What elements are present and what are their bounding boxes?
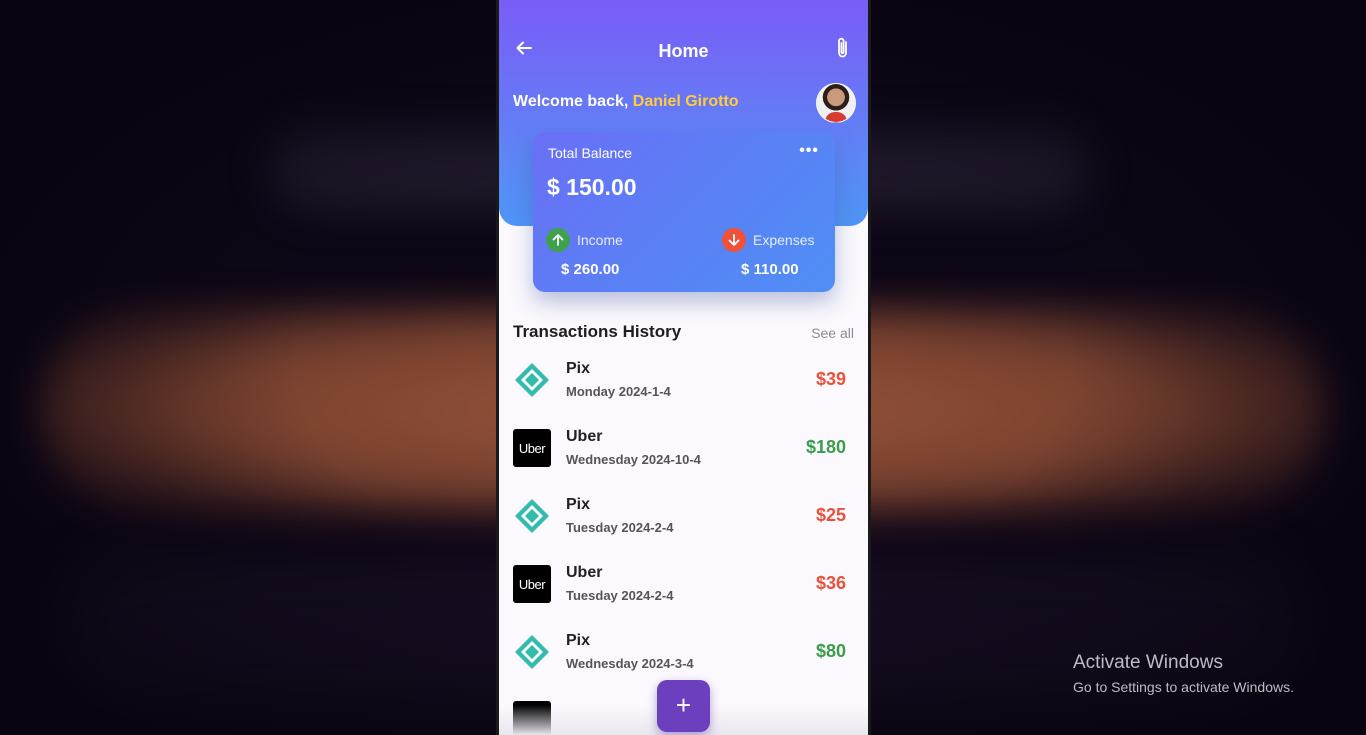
transaction-date: Monday 2024-1-4 <box>566 384 671 399</box>
transaction-item[interactable]: Pix Tuesday 2024-2-4 $25 <box>499 484 868 548</box>
total-balance-label: Total Balance <box>548 145 633 161</box>
transaction-name: Pix <box>566 360 591 377</box>
transaction-date: Wednesday 2024-3-4 <box>566 656 694 671</box>
welcome-message: Welcome back, Daniel Girotto <box>513 93 739 111</box>
total-balance-value: $ 150.00 <box>547 174 637 200</box>
transaction-item[interactable]: Uber Uber Wednesday 2024-10-4 $180 <box>499 416 868 480</box>
transaction-item[interactable]: Uber Uber Tuesday 2024-2-4 $36 <box>499 552 868 616</box>
avatar[interactable] <box>816 83 856 123</box>
transaction-amount: $36 <box>815 573 846 593</box>
add-transaction-button[interactable]: + <box>657 680 710 732</box>
welcome-prefix: Welcome back, <box>513 93 633 110</box>
transaction-amount: $39 <box>815 369 846 389</box>
transaction-date: Tuesday 2024-2-4 <box>566 588 674 603</box>
transaction-amount: $25 <box>815 505 846 525</box>
transaction-item[interactable]: Pix Wednesday 2024-3-4 $80 <box>499 620 868 684</box>
transaction-item[interactable]: Pix Monday 2024-1-4 $39 <box>499 348 868 412</box>
income-label: Income <box>577 232 623 248</box>
income-value: $ 260.00 <box>561 261 620 278</box>
page-title: Home <box>658 41 709 61</box>
watermark-subtitle: Go to Settings to activate Windows. <box>1073 679 1294 695</box>
transactions-title: Transactions History <box>513 322 682 341</box>
arrow-down-icon <box>722 228 746 252</box>
transaction-date: Tuesday 2024-2-4 <box>566 520 674 535</box>
pix-logo-icon <box>515 363 549 397</box>
phone-screen: Home Welcome back, Daniel Girotto Total … <box>499 0 868 735</box>
transaction-amount: $80 <box>815 641 846 661</box>
balance-card: Total Balance ••• $ 150.00 Income $ 260.… <box>533 132 835 292</box>
transaction-amount: $180 <box>805 437 846 457</box>
paperclip-icon[interactable] <box>833 36 853 60</box>
expenses-label: Expenses <box>753 232 815 248</box>
pix-logo-icon <box>515 635 549 669</box>
transaction-name: Uber <box>566 564 603 581</box>
transaction-name: Pix <box>566 496 591 513</box>
top-bar: Home <box>499 32 868 68</box>
expenses-value: $ 110.00 <box>741 261 799 278</box>
uber-logo-icon: Uber <box>513 429 551 467</box>
arrow-up-icon <box>546 228 570 252</box>
transaction-date: Wednesday 2024-10-4 <box>566 452 701 467</box>
transaction-name: Uber <box>566 428 603 445</box>
user-name: Daniel Girotto <box>632 93 739 110</box>
pix-logo-icon <box>515 499 549 533</box>
transaction-name: Pix <box>566 632 591 649</box>
watermark-title: Activate Windows <box>1073 652 1223 673</box>
windows-activation-watermark: Activate Windows Go to Settings to activ… <box>1073 652 1294 695</box>
see-all-link[interactable]: See all <box>811 325 854 341</box>
more-options-icon[interactable]: ••• <box>799 142 819 160</box>
uber-logo-icon: Uber <box>513 565 551 603</box>
